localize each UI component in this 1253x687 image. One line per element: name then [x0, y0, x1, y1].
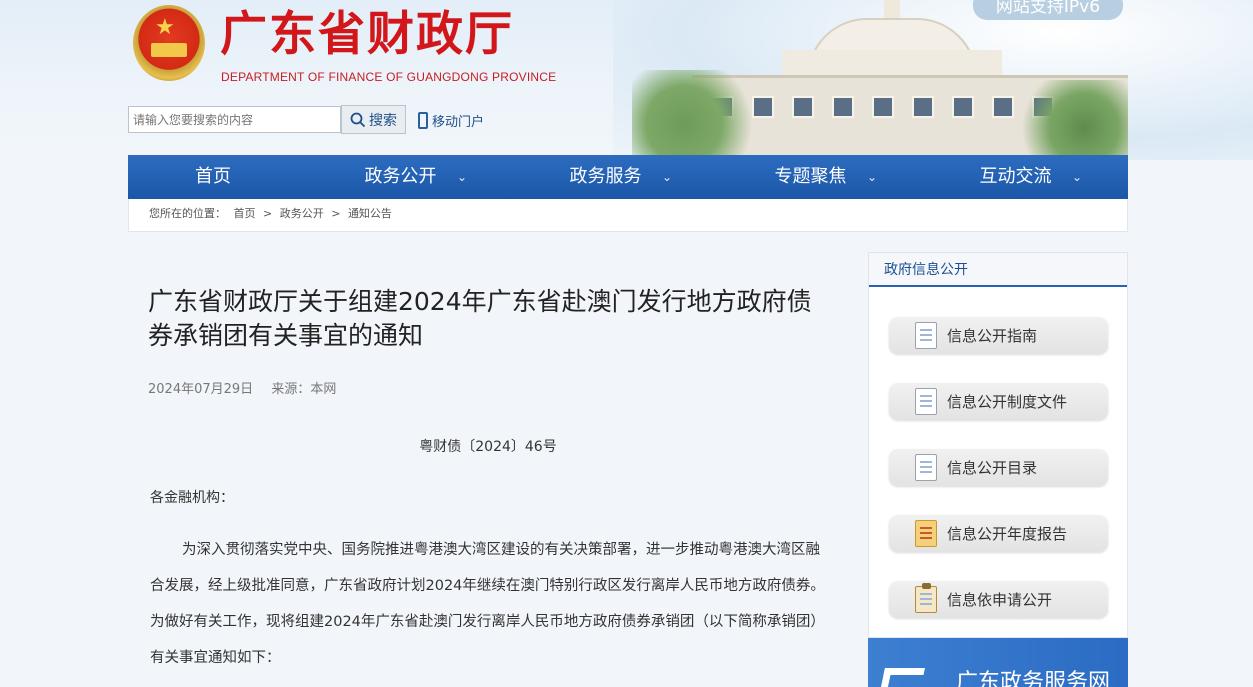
search-input[interactable]: [128, 106, 341, 133]
clipboard-icon: [915, 583, 937, 613]
chevron-down-icon: ⌄: [866, 170, 877, 184]
site-title[interactable]: 广东省财政厅: [220, 6, 514, 64]
ipv6-badge: 网站支持IPv6: [973, 0, 1123, 20]
building-window: [792, 96, 814, 118]
document-icon: [915, 322, 937, 349]
breadcrumb-item-gov-affairs[interactable]: 政务公开: [280, 207, 324, 220]
info-request-button[interactable]: 信息依申请公开: [889, 581, 1108, 618]
breadcrumb-item-home[interactable]: 首页: [234, 207, 256, 220]
breadcrumb-separator: >: [331, 207, 341, 220]
building-window: [952, 96, 974, 118]
mobile-phone-icon: [418, 111, 428, 129]
side-button-label: 信息公开年度报告: [947, 525, 1068, 543]
article-salutation: 各金融机构：: [150, 490, 234, 506]
emblem-star-icon: ★: [155, 15, 175, 40]
site-subtitle: DEPARTMENT OF FINANCE OF GUANGDONG PROVI…: [221, 70, 557, 84]
document-number: 粤财债〔2024〕46号: [419, 439, 557, 455]
building-window: [912, 96, 934, 118]
building-window: [992, 96, 1014, 118]
document-stack-icon: [915, 388, 937, 415]
main-nav: 首页 政务公开 ⌄ 政务服务 ⌄ 专题聚焦 ⌄ 互动交流 ⌄: [128, 155, 1128, 199]
article-date: 2024年07月29日: [148, 382, 254, 397]
header-building-image: [632, 0, 1128, 155]
folder-list-icon: [915, 454, 937, 481]
emblem-gate-icon: [151, 43, 187, 57]
search-button[interactable]: 搜索: [341, 105, 406, 134]
mobile-portal-label: 移动门户: [432, 114, 485, 130]
nav-item-home[interactable]: 首页: [128, 155, 298, 199]
nav-item-label: 专题聚焦: [774, 166, 847, 187]
side-button-label: 信息依申请公开: [947, 591, 1053, 609]
nav-item-gov-affairs[interactable]: 政务公开 ⌄: [298, 155, 503, 199]
nav-item-interaction[interactable]: 互动交流 ⌄: [913, 155, 1118, 199]
building-window: [872, 96, 894, 118]
chevron-down-icon: ⌄: [661, 170, 672, 184]
gov-info-heading[interactable]: 政府信息公开: [869, 253, 1127, 287]
building-window: [832, 96, 854, 118]
breadcrumb: 您所在的位置： 首页 > 政务公开 > 通知公告: [128, 199, 1128, 232]
breadcrumb-prefix: 您所在的位置：: [149, 207, 226, 220]
nav-item-topics[interactable]: 专题聚焦 ⌄: [708, 155, 913, 199]
article-title: 广东省财政厅关于组建2024年广东省赴澳门发行地方政府债券承销团有关事宜的通知: [148, 287, 812, 350]
chevron-down-icon: ⌄: [1071, 170, 1082, 184]
nav-item-label: 政务公开: [364, 166, 437, 187]
info-regulations-button[interactable]: 信息公开制度文件: [889, 383, 1108, 420]
mobile-portal-link[interactable]: 移动门户: [418, 110, 484, 130]
chevron-down-icon: ⌄: [456, 170, 467, 184]
side-button-label: 信息公开指南: [947, 327, 1038, 345]
trees-right: [1012, 80, 1128, 155]
breadcrumb-separator: >: [263, 207, 273, 220]
report-pencil-icon: [915, 520, 937, 547]
breadcrumb-item-notices[interactable]: 通知公告: [348, 207, 392, 220]
search-icon: [350, 112, 366, 127]
article-meta: 2024年07月29日 来源：本网: [148, 378, 350, 397]
trees-left: [632, 70, 762, 155]
building-middle: [782, 50, 1002, 78]
nav-item-label: 互动交流: [979, 166, 1052, 187]
nav-item-label: 政务服务: [569, 166, 642, 187]
article-paragraph: 为深入贯彻落实党中央、国务院推进粤港澳大湾区建设的有关决策部署，进一步推动粤港澳…: [150, 542, 825, 666]
gov-info-panel: 政府信息公开 信息公开指南 信息公开制度文件 信息公开目录 信息公开年度报告 信…: [868, 252, 1128, 638]
service-banner-label: 广东政务服务网: [956, 670, 1111, 687]
info-catalog-button[interactable]: 信息公开目录: [889, 449, 1108, 486]
national-emblem-icon: ★: [133, 5, 205, 81]
side-button-label: 信息公开目录: [947, 459, 1038, 477]
nav-item-label: 首页: [195, 166, 231, 187]
nav-item-gov-services[interactable]: 政务服务 ⌄: [503, 155, 708, 199]
article-source: 来源：本网: [271, 382, 337, 397]
side-button-label: 信息公开制度文件: [947, 393, 1068, 411]
search-button-label: 搜索: [369, 112, 397, 129]
gd-gov-service-banner[interactable]: 广东政务服务网: [868, 638, 1128, 687]
info-guide-button[interactable]: 信息公开指南: [889, 317, 1108, 354]
info-annual-report-button[interactable]: 信息公开年度报告: [889, 515, 1108, 552]
service-logo-icon: [879, 668, 925, 687]
